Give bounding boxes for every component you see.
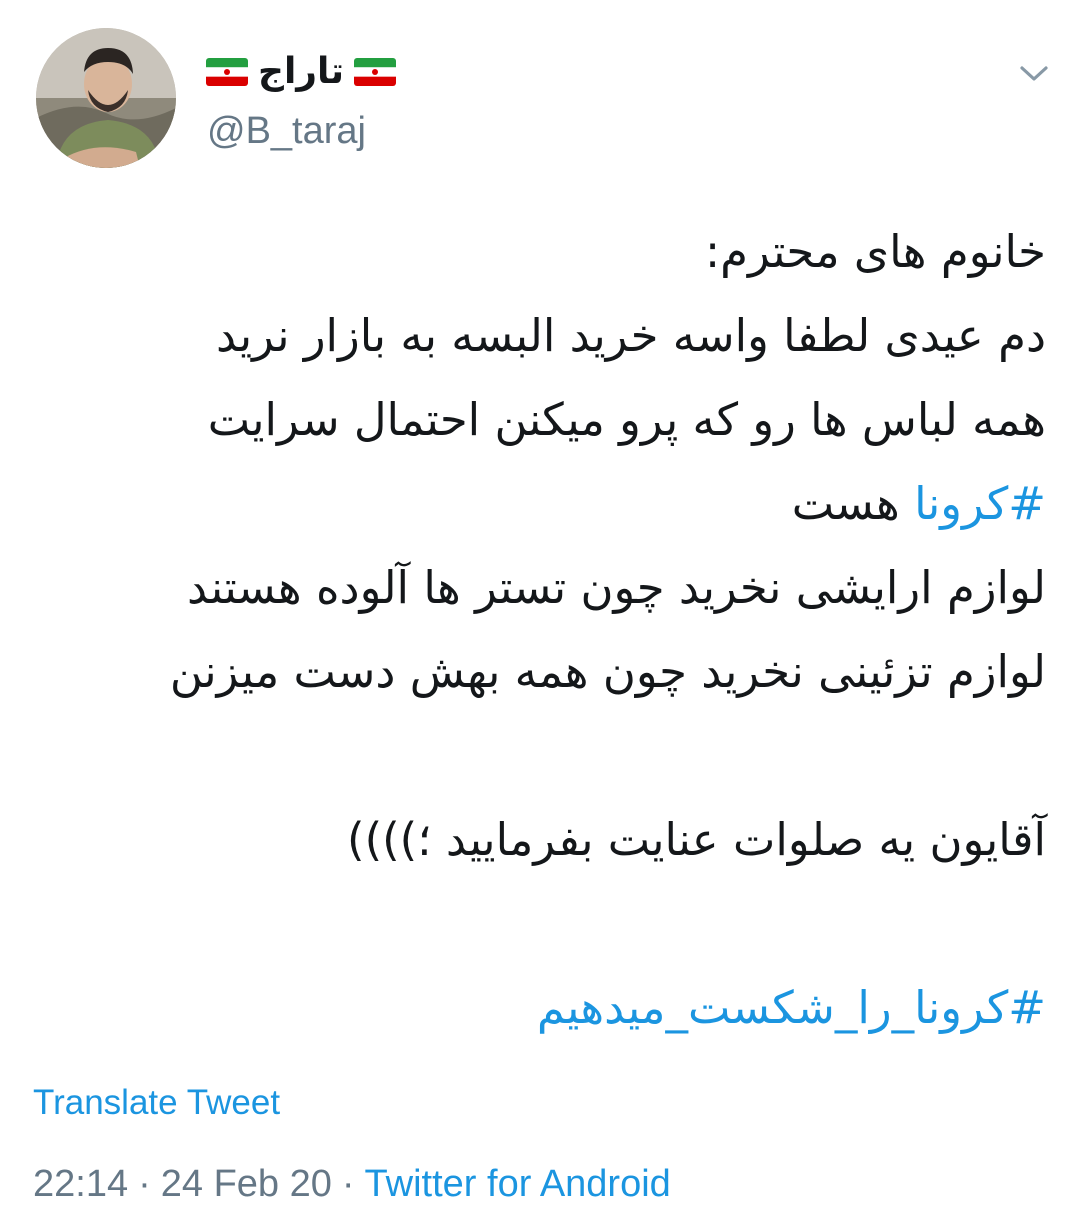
author-handle[interactable]: @B_taraj [207, 112, 366, 150]
chevron-down-icon[interactable] [1014, 58, 1054, 88]
tweet-source-link[interactable]: Twitter for Android [365, 1163, 671, 1205]
tweet-header: تاراج @B_taraj [0, 0, 1080, 190]
separator: · [138, 1163, 151, 1205]
tweet-line: لوازم تزئینی نخرید چون همه بهش دست میزنن [169, 645, 1046, 698]
profile-photo [36, 28, 176, 168]
tweet-text: خانوم های محترم: دم عیدی لطفا واسه خرید … [36, 210, 1046, 1050]
translate-tweet-link[interactable]: Translate Tweet [33, 1085, 280, 1120]
tweet-line: خانوم های محترم: [704, 225, 1046, 278]
separator: · [341, 1163, 355, 1205]
tweet-line: لوازم ارایشی نخرید چون تستر ها آلوده هست… [187, 561, 1046, 614]
hashtag-link[interactable]: #کرونا_را_شکست_میدهیم [36, 966, 1046, 1050]
tweet-line: #کرونا هست [36, 462, 1046, 546]
tweet-line: دم عیدی لطفا واسه خرید البسه به بازار نر… [216, 309, 1046, 362]
iran-flag-icon [206, 58, 248, 86]
author-display-name: تاراج [258, 51, 345, 92]
tweet-line: همه لباس ها رو که پرو میکنن احتمال سرایت [207, 393, 1046, 446]
iran-flag-icon [354, 58, 397, 86]
tweet-line-text: هست [791, 477, 915, 530]
tweet-meta: 22:14 · 24 Feb 20 · Twitter for Android [33, 1165, 671, 1203]
hashtag-link[interactable]: #کرونا [914, 477, 1046, 530]
tweet-time[interactable]: 22:14 [33, 1163, 128, 1205]
author-name-row[interactable]: تاراج [206, 44, 397, 100]
tweet: تاراج @B_taraj خانوم های محترم: دم عیدی … [0, 0, 1080, 1232]
tweet-line: آقایون یه صلوات عنایت بفرمایید ؛)))) [347, 813, 1046, 866]
tweet-date[interactable]: 24 Feb 20 [161, 1163, 332, 1205]
avatar[interactable] [36, 28, 176, 168]
